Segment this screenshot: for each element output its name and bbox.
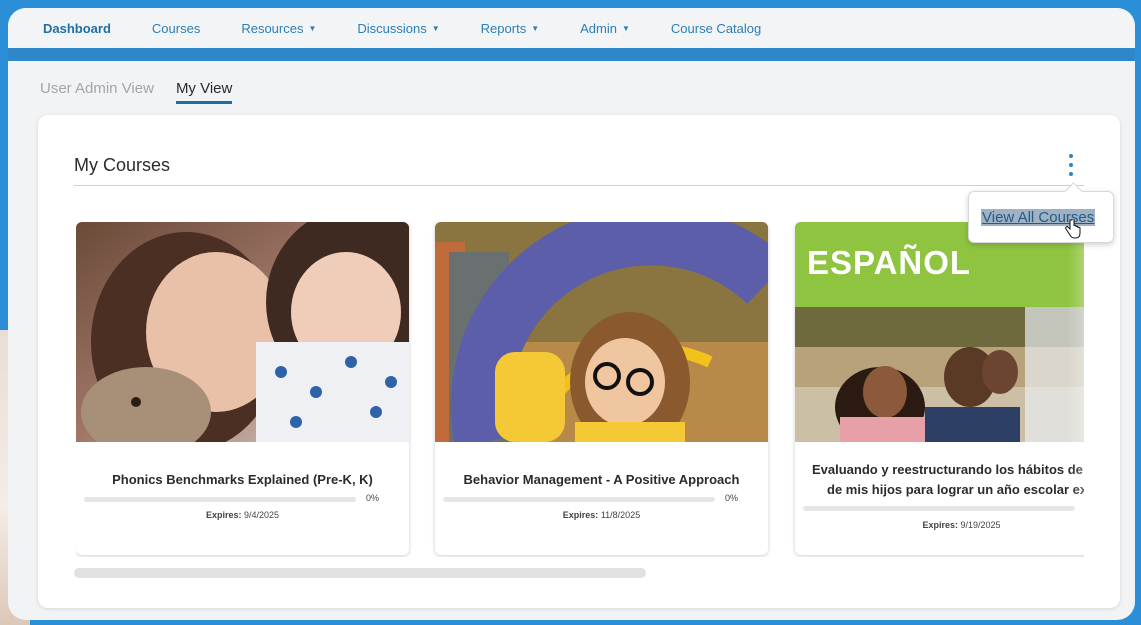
tab-my-view[interactable]: My View	[175, 80, 233, 104]
top-navigation: Dashboard Courses Resources ▼ Discussions…	[8, 8, 1135, 48]
nav-courses[interactable]: Courses	[152, 21, 200, 36]
nav-admin[interactable]: Admin ▼	[580, 21, 630, 36]
course-image-girl-glasses	[435, 222, 768, 442]
course-card[interactable]: Phonics Benchmarks Explained (Pre-K, K) …	[76, 222, 409, 555]
chevron-down-icon: ▼	[308, 23, 317, 33]
chevron-down-icon: ▼	[621, 23, 630, 33]
app-window: Dashboard Courses Resources ▼ Discussions…	[8, 8, 1135, 620]
espanol-banner: ESPAÑOL	[807, 244, 972, 281]
progress-bar	[443, 497, 715, 502]
course-card[interactable]: Behavior Management - A Positive Approac…	[435, 222, 768, 555]
nav-reports[interactable]: Reports ▼	[481, 21, 539, 36]
expires-text: Expires: 9/19/2025	[922, 520, 1001, 530]
progress-bar	[803, 506, 1075, 511]
view-tabs: User Admin View My View	[40, 80, 254, 104]
expires-text: Expires: 9/4/2025	[205, 510, 280, 520]
hand-pointer-icon	[1065, 218, 1081, 244]
kebab-menu-icon[interactable]	[1064, 154, 1078, 176]
nav-discussions[interactable]: Discussions ▼	[357, 21, 439, 36]
expires-text: Expires: 11/8/2025	[562, 510, 641, 520]
course-carousel: Phonics Benchmarks Explained (Pre-K, K) …	[76, 222, 1084, 557]
nav-course-catalog[interactable]: Course Catalog	[671, 21, 761, 36]
course-card[interactable]: ESPAÑOL Evaluando y reestructurando los …	[795, 222, 1084, 555]
progress-percent: 0%	[366, 493, 380, 503]
nav-stripe	[8, 48, 1135, 61]
course-title: Evaluando y reestructurando los hábitos …	[812, 462, 1084, 497]
chevron-down-icon: ▼	[431, 23, 440, 33]
course-title: Phonics Benchmarks Explained (Pre-K, K)	[112, 472, 373, 487]
my-courses-panel: My Courses Phonics Benchmarks Explained …	[38, 115, 1120, 608]
horizontal-scrollbar[interactable]	[74, 568, 646, 578]
nav-resources[interactable]: Resources ▼	[241, 21, 316, 36]
nav-dashboard[interactable]: Dashboard	[43, 21, 111, 36]
course-title: Behavior Management - A Positive Approac…	[463, 472, 740, 487]
divider	[74, 185, 1084, 186]
progress-percent: 0%	[725, 493, 739, 503]
chevron-down-icon: ▼	[531, 23, 540, 33]
course-image-family-grocery: ESPAÑOL	[795, 222, 1084, 442]
tab-user-admin-view[interactable]: User Admin View	[40, 80, 154, 104]
course-image-children	[76, 222, 409, 442]
carousel-fade	[1068, 222, 1084, 555]
courses-menu-popover: View All Courses	[968, 191, 1114, 243]
panel-title: My Courses	[74, 155, 171, 175]
progress-bar	[84, 497, 356, 502]
